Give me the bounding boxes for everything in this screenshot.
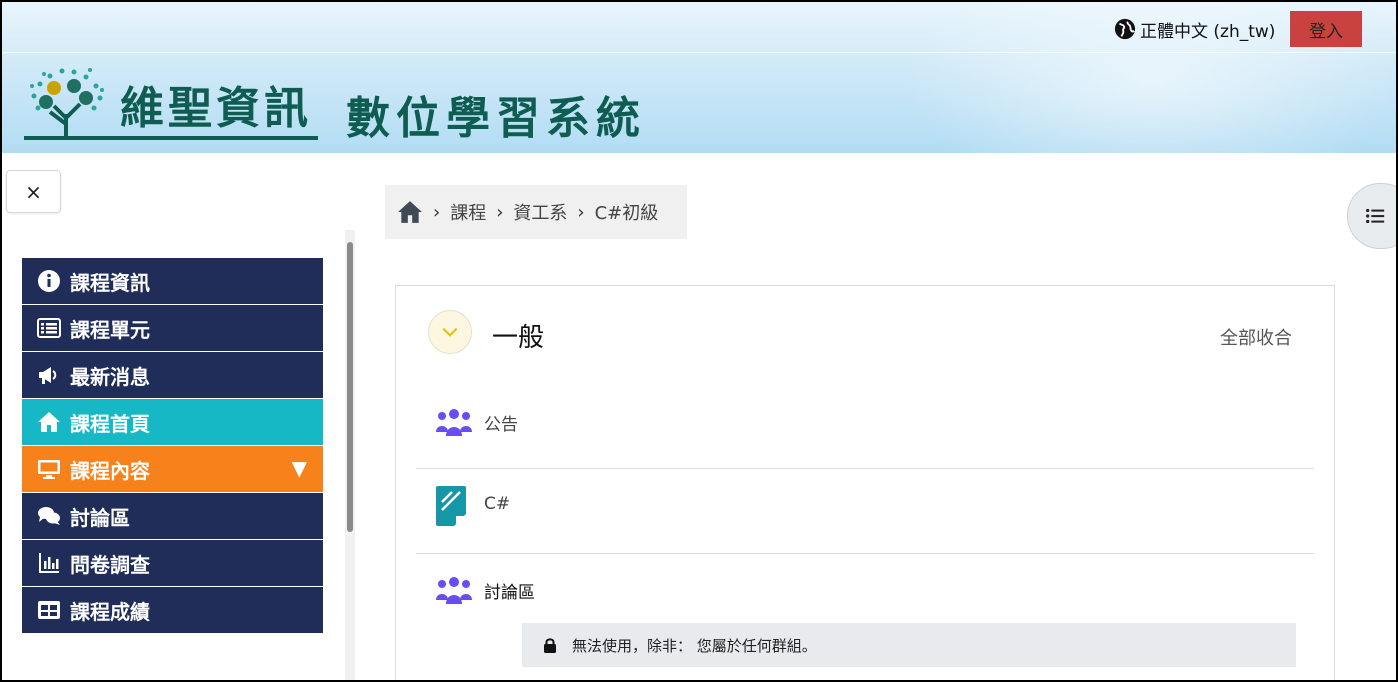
sidebar-item-course-home[interactable]: 課程首頁 [22,399,323,445]
system-title: 數位學習系統 [346,93,646,144]
sidebar-item-label: 最新消息 [70,364,150,389]
activity-announcements[interactable]: 公告 [416,380,1314,464]
section-collapse-toggle[interactable] [428,310,472,354]
activity-forum[interactable]: 討論區 [416,548,1314,632]
home-icon[interactable] [397,199,423,225]
sidebar-item-course-content[interactable]: 課程內容 ▼ [22,446,323,492]
breadcrumb-link-courses[interactable]: 課程 [450,199,486,225]
access-restriction-notice: 無法使用，除非： 您屬於任何群組。 [522,623,1296,667]
megaphone-icon [36,362,62,388]
chevron-right-icon: › [496,201,504,223]
activity-csharp-page[interactable]: C# [416,464,1314,548]
chevron-down-icon [442,327,458,337]
sidebar-item-label: 課程資訊 [70,270,150,295]
close-icon: × [25,179,42,204]
sidebar-item-course-info[interactable]: 課程資訊 [22,258,323,304]
restriction-text: 無法使用，除非： 您屬於任何群組。 [572,636,817,655]
breadcrumb: › 課程 › 資工系 › C#初級 [385,185,687,239]
activity-label: 討論區 [484,583,535,603]
sidebar-scrollbar-thumb[interactable] [347,242,353,532]
close-sidebar-button[interactable]: × [6,170,61,213]
globe-icon [1114,18,1136,40]
header-divider [2,52,1396,53]
login-button[interactable]: 登入 [1290,11,1362,47]
sidebar-item-survey[interactable]: 問卷調查 [22,540,323,586]
sidebar-nav: 課程資訊 課程單元 最新消息 課程首頁 課程內容 ▼ 討論區 問卷調查 課程成績 [22,258,323,634]
page-frame: 正體中文 (zh_tw) 登入 維聖資訊 數位學習系統 × 課程資訊 課程單元 … [0,0,1398,682]
list-icon [1366,208,1385,224]
breadcrumb-link-department[interactable]: 資工系 [513,199,567,225]
chevron-right-icon: › [433,201,441,223]
activity-label: 公告 [484,415,518,435]
language-selector[interactable]: 正體中文 (zh_tw) [1114,16,1275,42]
sidebar-item-news[interactable]: 最新消息 [22,352,323,398]
comments-icon [36,503,62,529]
caret-down-icon: ▼ [291,456,307,480]
course-section-card: 一般 全部收合 公告 C# 討論區 無法使用，除非： 您屬於任何群組。 [395,285,1335,680]
bar-chart-icon [36,550,62,576]
home-icon [36,409,62,435]
activity-label: C# [484,494,511,514]
course-index-drawer-toggle[interactable] [1347,183,1396,249]
lock-icon [544,638,556,653]
sidebar-item-label: 課程單元 [70,317,150,342]
info-circle-icon [36,268,62,294]
list-icon [36,315,62,341]
logo-underline [24,136,318,140]
forum-icon [436,409,472,436]
sidebar-item-grades[interactable]: 課程成績 [22,587,323,633]
sidebar-item-course-units[interactable]: 課程單元 [22,305,323,351]
site-header: 正體中文 (zh_tw) 登入 維聖資訊 數位學習系統 [2,2,1396,153]
breadcrumb-link-course[interactable]: C#初級 [595,199,659,225]
sidebar-item-label: 課程首頁 [70,411,150,436]
page-icon [436,486,466,526]
sidebar-item-label: 討論區 [70,505,130,530]
org-name: 維聖資訊 [120,83,312,134]
chevron-right-icon: › [577,201,585,223]
sidebar-item-forum[interactable]: 討論區 [22,493,323,539]
sidebar-item-label: 課程內容 [70,458,150,483]
forum-icon [436,577,472,604]
sidebar-item-label: 問卷調查 [70,552,150,577]
section-title: 一般 [492,323,545,353]
language-label: 正體中文 (zh_tw) [1140,21,1276,42]
sidebar-item-label: 課程成績 [70,599,150,624]
logo-tree-icon [30,68,104,136]
table-icon [36,597,62,623]
monitor-icon [36,456,62,482]
collapse-all-link[interactable]: 全部收合 [1220,324,1292,350]
